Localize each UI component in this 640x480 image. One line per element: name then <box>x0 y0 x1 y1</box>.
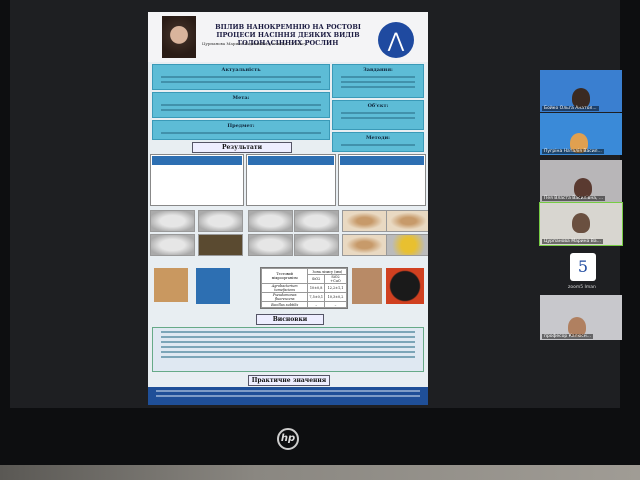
practical-heading: Практичне значення <box>248 375 330 386</box>
shared-screen-poster: ВПЛИВ НАНОКРЕМНІЮ НА РОСТОВІ ПРОЦЕСИ НАС… <box>148 12 428 405</box>
seed-dish-photo <box>342 210 387 232</box>
hp-logo: hp <box>277 428 299 450</box>
participant-name: zoom5 Іman <box>568 285 596 290</box>
seed-dish-photo <box>386 210 428 232</box>
relevance-heading: Актуальність <box>221 67 261 73</box>
tasks-box: Завдання: <box>332 64 424 98</box>
goal-box: Мета: <box>152 92 330 118</box>
lab-photo <box>352 268 382 304</box>
seed-dish-photo <box>294 234 339 256</box>
object-heading: Об'єкт: <box>367 103 389 109</box>
participant-tile[interactable]: Пея Власта Василівна, ... <box>540 160 622 202</box>
table-row: Pseudomonas fluorescens 7,5±0,1 10,3±0,2 <box>260 292 347 302</box>
relevance-box: Актуальність <box>152 64 330 90</box>
author-photo <box>162 16 196 58</box>
participant-name: Пугріна Наталія Васил... <box>542 149 604 154</box>
seed-dish-photo <box>342 234 387 256</box>
participant-tile[interactable]: Пугріна Наталія Васил... <box>540 113 622 155</box>
subject-heading: Предмет: <box>227 123 255 129</box>
subject-box: Предмет: <box>152 120 330 140</box>
table-row: Agrobacterium tumefaciens 10±0,8 12,2±1,1 <box>260 283 347 293</box>
participant-tile-active[interactable]: Цурпанова Марина Ва... <box>539 202 623 246</box>
seed-dish-photo <box>386 234 428 256</box>
conclusions-heading: Висновки <box>256 314 324 325</box>
lab-photo <box>154 268 188 302</box>
academy-logo: ⋀ <box>378 22 414 58</box>
table-2 <box>246 154 336 206</box>
seed-dish-photo <box>198 234 243 256</box>
petri-photo <box>386 268 424 304</box>
header-cell: SiO2 +CuO <box>324 274 347 284</box>
seed-dish-photo <box>150 210 195 232</box>
participant-name: Цурпанова Марина Ва... <box>542 239 603 244</box>
table-row: Bacillus subtilis – – <box>260 301 347 308</box>
methods-box: Методи: <box>332 132 424 152</box>
practical-box <box>148 387 428 405</box>
methods-heading: Методи: <box>365 135 391 141</box>
participant-name: Бойко Ольга Анатол... <box>542 106 599 111</box>
seed-dish-photo <box>248 234 293 256</box>
poster-header: ВПЛИВ НАНОКРЕМНІЮ НА РОСТОВІ ПРОЦЕСИ НАС… <box>148 12 428 62</box>
results-heading: Результати <box>192 142 292 153</box>
header-cell: Тестовий мікроорганізм <box>260 268 309 284</box>
poster-author: Цурпанова Марина Вадимівна, учениця 11 к… <box>202 41 307 46</box>
table-3 <box>338 154 426 206</box>
seed-dish-photo <box>198 210 243 232</box>
seed-dish-photo <box>150 234 195 256</box>
table-4-caption <box>196 268 230 304</box>
tasks-heading: Завдання: <box>363 67 393 73</box>
participant-name: Пея Власта Василівна, ... <box>542 196 606 201</box>
microorganism-table: Тестовий мікроорганізм Зона лізису (мм) S… <box>260 267 348 309</box>
header-cell: SiO2 <box>307 274 325 284</box>
table-1 <box>150 154 244 206</box>
object-box: Об'єкт: <box>332 100 424 130</box>
participant-name: професор Калюсн... <box>542 334 594 339</box>
goal-heading: Мета: <box>232 95 250 101</box>
zoom5-logo: 5 <box>570 253 596 281</box>
conclusions-box <box>152 327 424 372</box>
participant-tile[interactable]: професор Калюсн... <box>540 295 622 340</box>
seed-dish-photo <box>294 210 339 232</box>
participant-tile[interactable]: Бойко Ольга Анатол... <box>540 70 622 112</box>
seed-dish-photo <box>248 210 293 232</box>
